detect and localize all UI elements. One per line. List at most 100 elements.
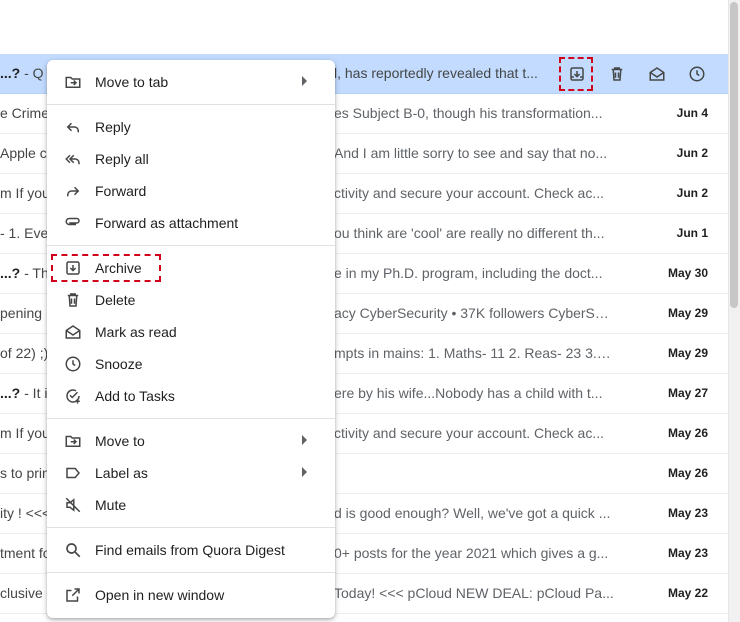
- email-snippet: e in my Ph.D. program, including the doc…: [334, 265, 603, 281]
- menu-item-label: Move to: [95, 433, 145, 449]
- sender-snippet: pening: [0, 305, 43, 321]
- sender-snippet: e Crime: [0, 105, 50, 121]
- email-snippet: acy CyberSecurity • 37K followers CyberS…: [334, 305, 614, 321]
- email-snippet: d is good enough? Well, we've got a quic…: [334, 505, 611, 521]
- email-date: May 30: [667, 266, 708, 280]
- email-snippet: And I am little sorry to see and say tha…: [334, 145, 608, 161]
- menu-item-snooze[interactable]: Snooze: [47, 348, 335, 380]
- snooze-icon: [63, 354, 83, 374]
- mute-icon: [63, 495, 83, 515]
- menu-item-move-to[interactable]: Move to: [47, 425, 335, 457]
- sender-snippet: s to prin: [0, 465, 50, 481]
- email-snippet: 0+ posts for the year 2021 which gives a…: [334, 545, 609, 561]
- email-snippet: ctivity and secure your account. Check a…: [334, 185, 605, 201]
- sender-snippet: of 22) ;): [0, 345, 49, 361]
- menu-divider: [47, 527, 335, 528]
- reply-all-icon: [63, 149, 83, 169]
- email-snippet: ere by his wife...Nobody has a child wit…: [334, 385, 603, 401]
- menu-item-label: Reply all: [95, 151, 149, 167]
- move-to-icon: [63, 431, 83, 451]
- scrollbar[interactable]: [728, 0, 740, 622]
- email-date: May 23: [667, 506, 708, 520]
- menu-item-label: Label as: [95, 465, 148, 481]
- menu-item-add-to-tasks[interactable]: Add to Tasks: [47, 380, 335, 412]
- delete-icon: [63, 290, 83, 310]
- add-to-tasks-icon: [63, 386, 83, 406]
- menu-item-reply[interactable]: Reply: [47, 111, 335, 143]
- email-date: May 27: [667, 386, 708, 400]
- subject-fragment: - Th: [20, 265, 49, 281]
- sender-snippet: tment fo: [0, 545, 51, 561]
- menu-item-label: Find emails from Quora Digest: [95, 542, 285, 558]
- menu-item-label: Open in new window: [95, 587, 225, 603]
- menu-item-label: Add to Tasks: [95, 388, 175, 404]
- context-menu: Move to tab Reply Reply all Forward Forw…: [47, 60, 335, 618]
- menu-item-forward[interactable]: Forward: [47, 175, 335, 207]
- menu-item-label: Mark as read: [95, 324, 177, 340]
- menu-divider: [47, 245, 335, 246]
- email-date: Jun 2: [676, 146, 708, 160]
- sender-snippet: Apple c: [0, 145, 47, 161]
- menu-item-label: Delete: [95, 292, 136, 308]
- menu-item-forward-as-attachment[interactable]: Forward as attachment: [47, 207, 335, 239]
- email-date: May 23: [667, 546, 708, 560]
- email-date: May 26: [667, 466, 708, 480]
- email-snippet: mpts in mains: 1. Maths- 11 2. Reas- 23 …: [334, 345, 614, 361]
- mark-as-read-icon: [63, 322, 83, 342]
- submenu-arrow-icon: [302, 76, 307, 86]
- menu-item-find-emails[interactable]: Find emails from Quora Digest: [47, 534, 335, 566]
- sender-snippet: - 1. Eve: [0, 225, 49, 241]
- menu-item-label-as[interactable]: Label as: [47, 457, 335, 489]
- archive-highlight-box: [559, 57, 593, 91]
- sender-snippet: ity ! <<<: [0, 505, 51, 521]
- email-snippet: ctivity and secure your account. Check a…: [334, 425, 605, 441]
- menu-item-open-new-window[interactable]: Open in new window: [47, 579, 335, 611]
- menu-item-mark-as-read[interactable]: Mark as read: [47, 316, 335, 348]
- submenu-arrow-icon: [302, 435, 307, 445]
- menu-item-label: Reply: [95, 119, 131, 135]
- label-icon: [63, 463, 83, 483]
- email-date: May 29: [667, 346, 708, 360]
- reply-icon: [63, 117, 83, 137]
- menu-divider: [47, 572, 335, 573]
- email-snippet: ou think are 'cool' are really no differ…: [334, 225, 605, 241]
- email-date: May 22: [667, 586, 708, 600]
- email-snippet: es Subject B-0, though his transformatio…: [334, 105, 603, 121]
- delete-icon[interactable]: [605, 62, 629, 86]
- menu-item-mute[interactable]: Mute: [47, 489, 335, 521]
- mark-as-read-icon[interactable]: [645, 62, 669, 86]
- menu-divider: [47, 104, 335, 105]
- move-to-tab-icon: [63, 72, 83, 92]
- email-date: Jun 2: [676, 186, 708, 200]
- email-date: Jun 4: [676, 106, 708, 120]
- email-date: May 29: [667, 306, 708, 320]
- toolbar-area: [0, 0, 728, 54]
- menu-item-label: Forward as attachment: [95, 215, 239, 231]
- email-snippet: Today! <<< pCloud NEW DEAL: pCloud Pa...: [334, 585, 614, 601]
- sender-snippet: m If you: [0, 185, 50, 201]
- attachment-icon: [63, 213, 83, 233]
- submenu-arrow-icon: [302, 467, 307, 477]
- sender-snippet: ...?: [0, 385, 21, 401]
- open-in-new-icon: [63, 585, 83, 605]
- menu-item-move-to-tab[interactable]: Move to tab: [47, 66, 335, 98]
- menu-item-label: Mute: [95, 497, 127, 513]
- menu-item-label: Snooze: [95, 356, 143, 372]
- menu-item-label: Move to tab: [95, 74, 169, 90]
- sender-snippet: m If you: [0, 425, 50, 441]
- subject-fragment: - Q: [20, 65, 44, 81]
- scrollbar-thumb[interactable]: [730, 2, 738, 308]
- subject-fragment: - It i: [20, 385, 48, 401]
- sender-snippet: ...?: [0, 65, 21, 81]
- search-icon: [63, 540, 83, 560]
- forward-icon: [63, 181, 83, 201]
- menu-item-delete[interactable]: Delete: [47, 284, 335, 316]
- archive-highlight-box: [51, 254, 161, 282]
- email-date: Jun 1: [676, 226, 708, 240]
- email-date: May 26: [667, 426, 708, 440]
- menu-item-reply-all[interactable]: Reply all: [47, 143, 335, 175]
- snooze-icon[interactable]: [685, 62, 709, 86]
- menu-item-label: Forward: [95, 183, 147, 199]
- menu-divider: [47, 418, 335, 419]
- sender-snippet: ...?: [0, 265, 21, 281]
